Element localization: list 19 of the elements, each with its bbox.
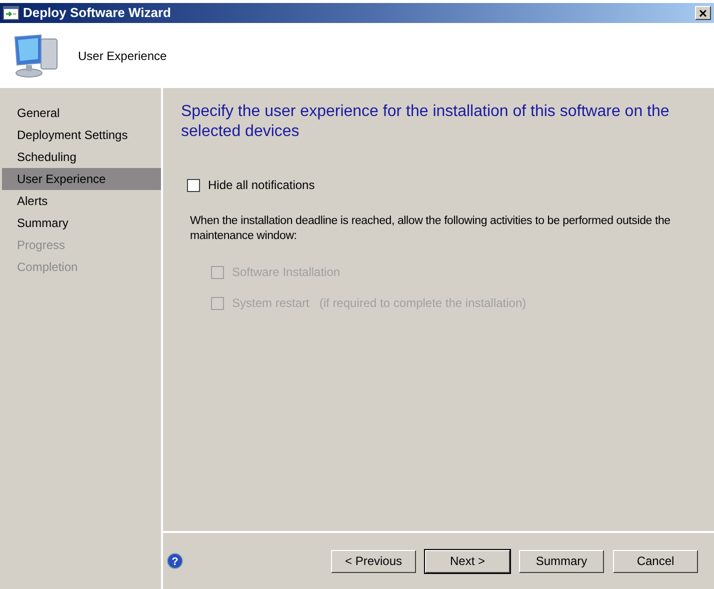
close-button[interactable]: × (695, 6, 711, 20)
sidebar-item[interactable]: Alerts (2, 190, 161, 212)
sidebar-item[interactable]: General (2, 102, 161, 124)
checkbox[interactable] (187, 178, 200, 192)
sidebar-item[interactable]: Summary (2, 212, 161, 234)
wizard-button[interactable]: < Previous (331, 550, 416, 572)
page-title: User Experience (78, 48, 167, 64)
sidebar-item[interactable]: Scheduling (2, 146, 161, 168)
wizard-button[interactable]: Next > (425, 550, 510, 572)
description-text: When the installation deadline is reached, allow the following activities to be performed outside the maintenance window: (190, 214, 672, 244)
wizard-button[interactable]: Summary (519, 550, 604, 572)
page-heading: Specify the user experience for the installation of this software on the selected devices (181, 102, 670, 142)
window-icon (3, 6, 19, 20)
wizard-button[interactable]: Cancel (613, 550, 698, 572)
checkbox-label: Hide all notifications (208, 177, 315, 194)
sidebar-item[interactable]: User Experience (2, 168, 161, 190)
sidebar-item[interactable]: Deployment Settings (2, 124, 161, 146)
window-title: Deploy Software Wizard (23, 4, 171, 22)
help-icon[interactable]: ? (167, 553, 183, 569)
